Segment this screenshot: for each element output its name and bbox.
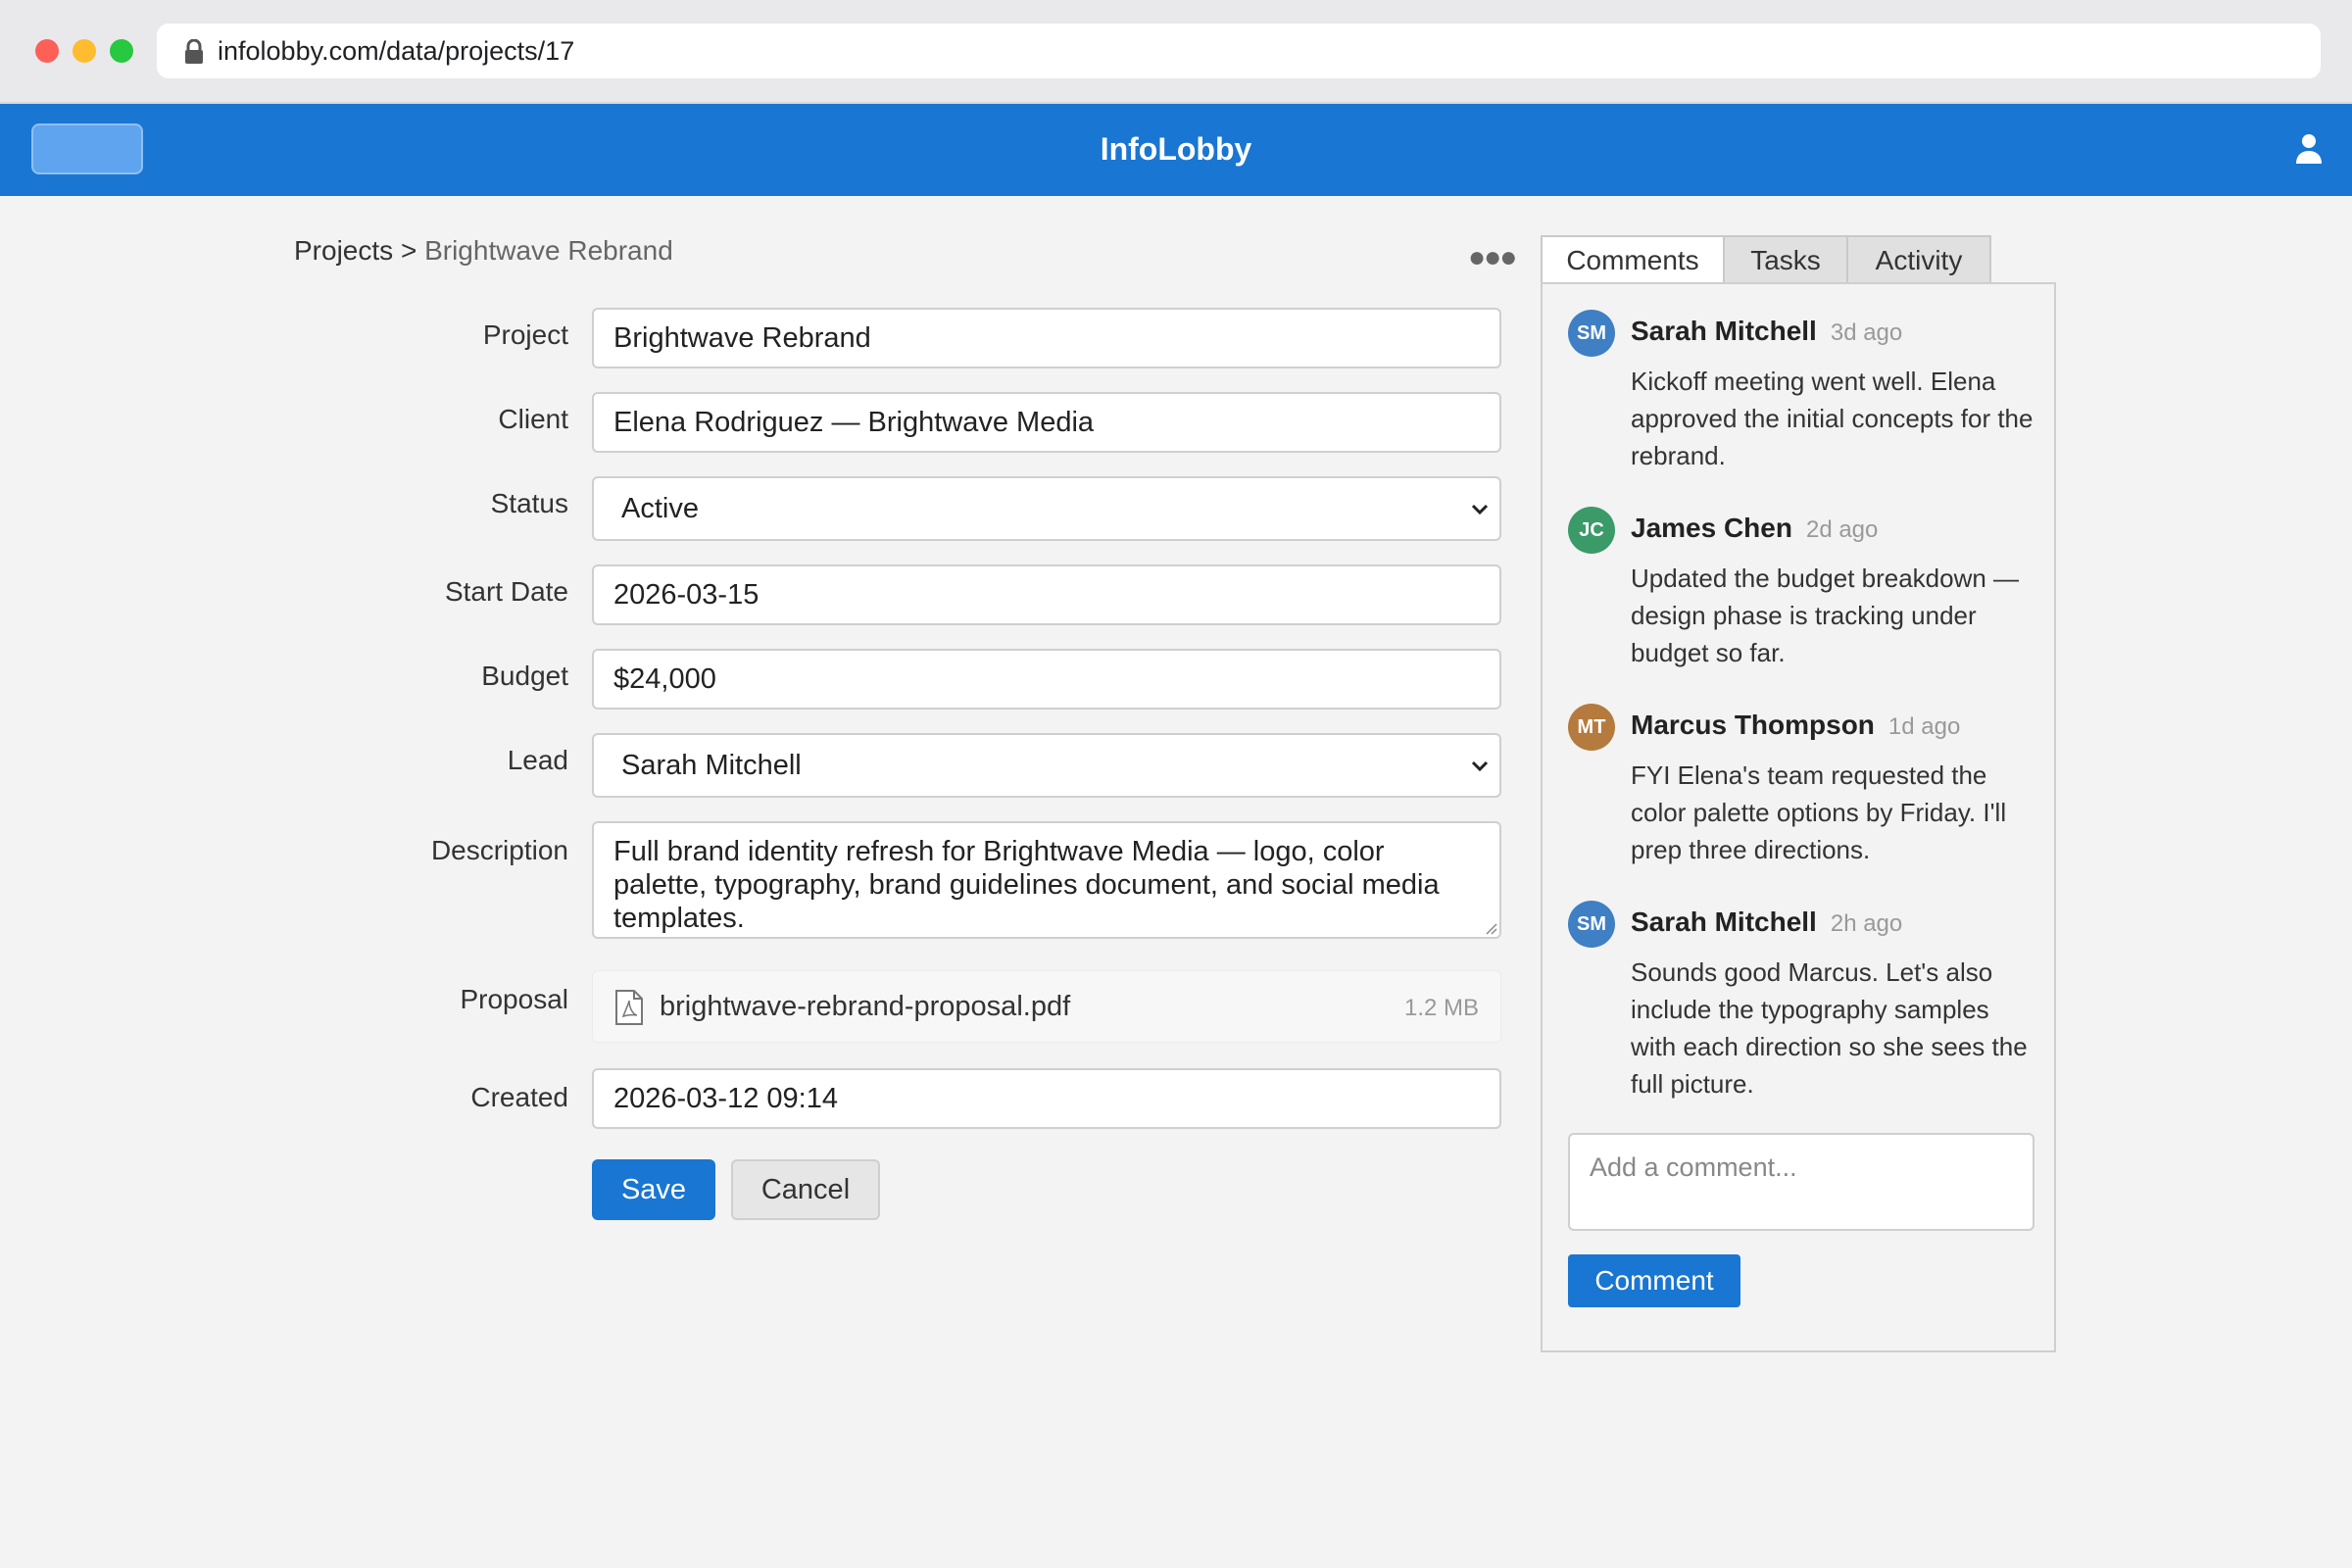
created-input[interactable]: 2026-03-12 09:14 bbox=[592, 1068, 1501, 1129]
comment-item: SM Sarah Mitchell 3d ago Kickoff meeting … bbox=[1568, 310, 2038, 486]
comment-time: 2d ago bbox=[1805, 516, 1879, 543]
lead-select[interactable]: Sarah Mitchell bbox=[592, 733, 1501, 798]
comment-text: Updated the budget breakdown — design ph… bbox=[1631, 564, 2020, 667]
breadcrumb-separator: > bbox=[400, 235, 417, 266]
save-button[interactable]: Save bbox=[592, 1159, 715, 1220]
comment-author: Sarah Mitchell bbox=[1631, 906, 1817, 937]
more-options-icon[interactable]: ●●● bbox=[1468, 241, 1517, 274]
app-header: InfoLobby bbox=[0, 104, 2352, 196]
tab-comments[interactable]: Comments bbox=[1541, 235, 1725, 284]
lead-selected-value: Sarah Mitchell bbox=[621, 750, 802, 781]
budget-label: Budget bbox=[481, 661, 568, 691]
comment-placeholder: Add a comment... bbox=[1590, 1152, 1797, 1182]
avatar: SM bbox=[1568, 310, 1615, 357]
breadcrumb-current: Brightwave Rebrand bbox=[424, 235, 673, 266]
user-icon[interactable] bbox=[2295, 133, 2323, 165]
description-textarea[interactable]: Full brand identity refresh for Brightwa… bbox=[592, 821, 1501, 939]
lead-label: Lead bbox=[507, 745, 568, 775]
comment-item: SM Sarah Mitchell 2h ago Sounds good Marc… bbox=[1568, 901, 2038, 1116]
budget-input[interactable]: $24,000 bbox=[592, 649, 1501, 710]
proposal-file-size: 1.2 MB bbox=[1403, 995, 1479, 1021]
tab-activity[interactable]: Activity bbox=[1846, 235, 1991, 284]
proposal-attachment[interactable]: brightwave-rebrand-proposal.pdf 1.2 MB bbox=[592, 970, 1501, 1043]
lock-icon bbox=[185, 39, 203, 64]
url-text: infolobby.com/data/projects/17 bbox=[218, 36, 575, 66]
description-label: Description bbox=[430, 835, 568, 865]
avatar: MT bbox=[1568, 704, 1615, 751]
client-input[interactable]: Elena Rodriguez — Brightwave Media bbox=[592, 392, 1501, 453]
start-date-input[interactable]: 2026-03-15 bbox=[592, 564, 1501, 625]
client-label: Client bbox=[498, 404, 568, 434]
status-select[interactable]: Active bbox=[592, 476, 1501, 541]
project-label: Project bbox=[482, 319, 568, 350]
chevron-down-icon bbox=[1471, 504, 1489, 515]
comment-text: FYI Elena's team requested the color pal… bbox=[1631, 760, 2007, 864]
start-date-label: Start Date bbox=[444, 576, 568, 607]
proposal-label: Proposal bbox=[460, 984, 568, 1014]
created-label: Created bbox=[470, 1082, 568, 1112]
comment-time: 2h ago bbox=[1830, 910, 1903, 937]
breadcrumb: Projects > Brightwave Rebrand bbox=[294, 235, 673, 267]
comment-item: JC James Chen 2d ago Updated the budget b… bbox=[1568, 507, 2038, 683]
resize-handle-icon[interactable] bbox=[1482, 919, 1497, 935]
comment-item: MT Marcus Thompson 1d ago FYI Elena's tea… bbox=[1568, 704, 2038, 880]
avatar: JC bbox=[1568, 507, 1615, 554]
tab-tasks[interactable]: Tasks bbox=[1723, 235, 1848, 284]
comment-text: Sounds good Marcus. Let's also include t… bbox=[1631, 957, 2028, 1099]
comment-author: Marcus Thompson bbox=[1631, 710, 1875, 740]
status-label: Status bbox=[490, 488, 568, 518]
app-title: InfoLobby bbox=[1100, 131, 1252, 167]
minimize-window-button[interactable] bbox=[73, 39, 96, 63]
comment-input[interactable]: Add a comment... bbox=[1568, 1133, 2034, 1231]
proposal-file-name: brightwave-rebrand-proposal.pdf bbox=[660, 991, 1071, 1022]
comment-time: 3d ago bbox=[1830, 319, 1903, 346]
address-bar[interactable]: infolobby.com/data/projects/17 bbox=[157, 24, 2321, 78]
project-input[interactable]: Brightwave Rebrand bbox=[592, 308, 1501, 368]
pdf-file-icon bbox=[615, 990, 643, 1025]
breadcrumb-projects-link[interactable]: Projects bbox=[294, 235, 393, 266]
description-text: Full brand identity refresh for Brightwa… bbox=[613, 836, 1440, 934]
browser-chrome: infolobby.com/data/projects/17 bbox=[0, 0, 2352, 104]
maximize-window-button[interactable] bbox=[110, 39, 133, 63]
close-window-button[interactable] bbox=[35, 39, 59, 63]
comment-text: Kickoff meeting went well. Elena approve… bbox=[1631, 367, 2034, 470]
comment-time: 1d ago bbox=[1887, 713, 1961, 740]
status-selected-value: Active bbox=[621, 493, 699, 524]
avatar: SM bbox=[1568, 901, 1615, 948]
comment-author: James Chen bbox=[1631, 513, 1792, 543]
chevron-down-icon bbox=[1471, 760, 1489, 772]
comments-panel: SM Sarah Mitchell 3d ago Kickoff meeting … bbox=[1541, 282, 2056, 1352]
cancel-button[interactable]: Cancel bbox=[731, 1159, 880, 1220]
comment-author: Sarah Mitchell bbox=[1631, 316, 1817, 346]
comment-button[interactable]: Comment bbox=[1568, 1254, 1740, 1307]
